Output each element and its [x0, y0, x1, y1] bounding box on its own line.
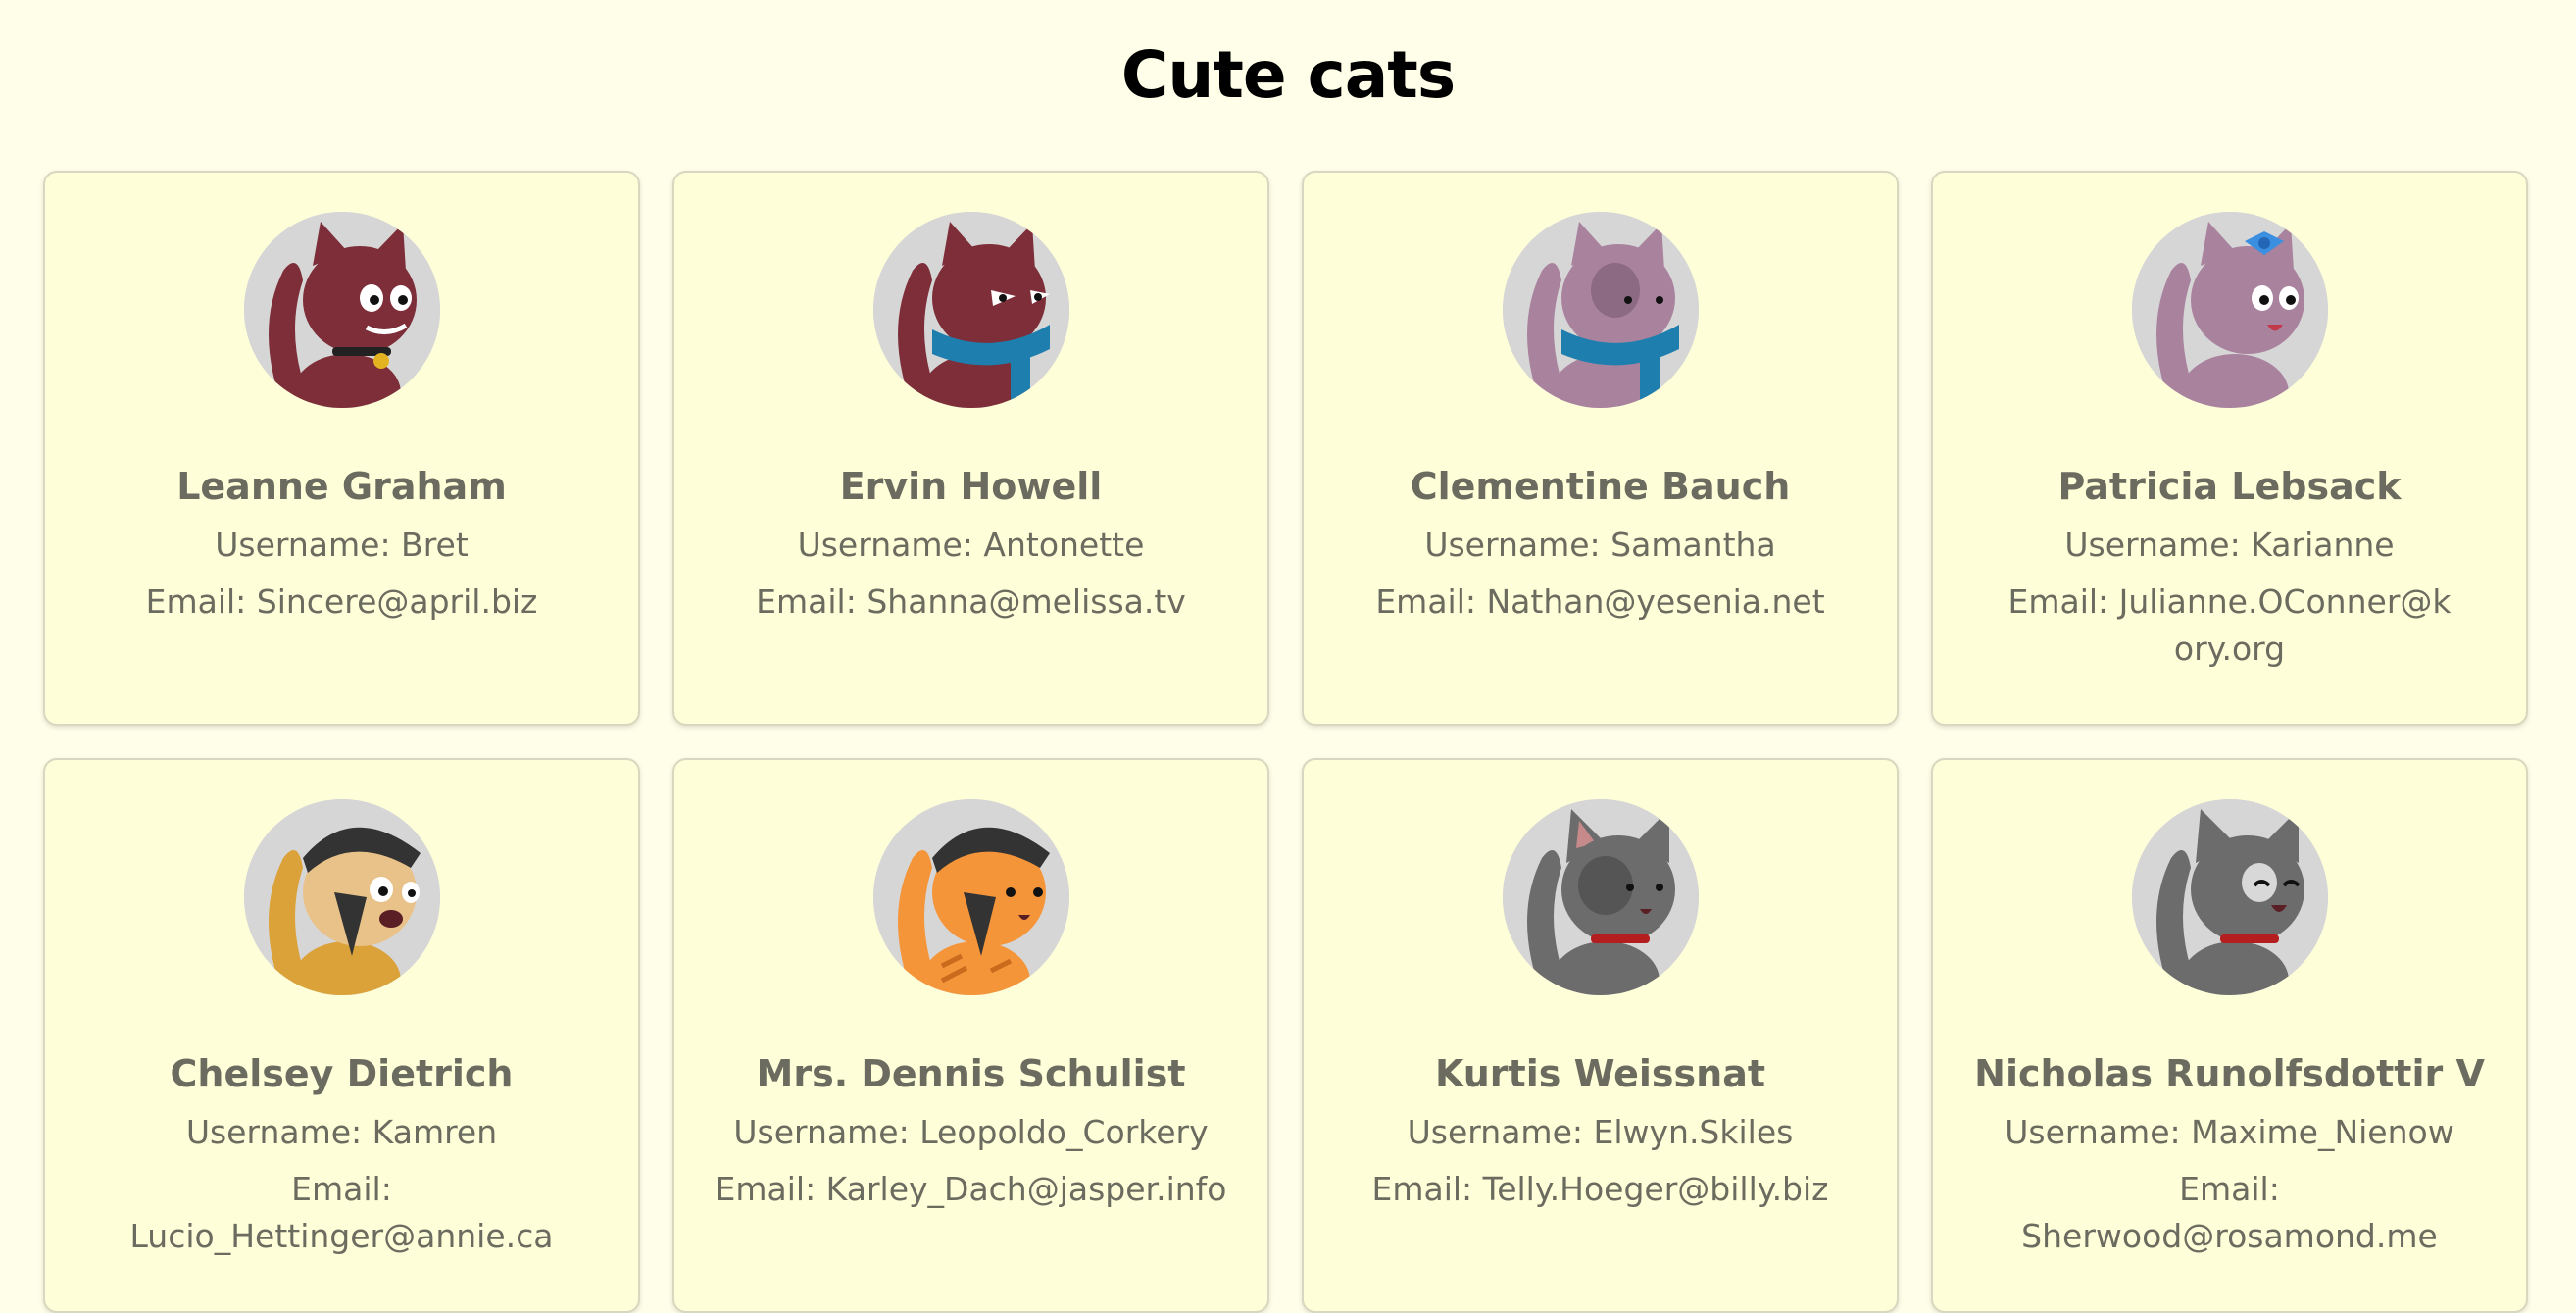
cat-username: Username: Maxime_Nienow — [2005, 1113, 2454, 1151]
cat-card[interactable]: Leanne Graham Username: Bret Email: Sinc… — [43, 171, 640, 726]
pink-cat-blue-scarf-icon — [1502, 212, 1699, 408]
cat-email: Email: Sincere@april.biz — [145, 582, 538, 621]
cat-card-grid: Leanne Graham Username: Bret Email: Sinc… — [43, 171, 2529, 1313]
cat-card[interactable]: Chelsey Dietrich Username: Kamren Email:… — [43, 758, 640, 1313]
cat-avatar — [2131, 212, 2328, 408]
calico-cat-bandana-icon — [243, 799, 440, 995]
gray-cat-red-collar-icon — [1502, 799, 1699, 995]
cat-avatar — [1502, 799, 1699, 995]
cat-avatar — [1502, 212, 1699, 408]
cat-email: Email: Julianne.OConner@kory.org — [2007, 582, 2452, 668]
cat-username: Username: Bret — [215, 526, 469, 564]
cat-email: Email: Telly.Hoeger@billy.biz — [1371, 1170, 1829, 1208]
cat-email: Email: Shanna@melissa.tv — [756, 582, 1186, 621]
cat-name: Ervin Howell — [839, 465, 1103, 508]
cat-name: Clementine Bauch — [1410, 465, 1791, 508]
cat-name: Mrs. Dennis Schulist — [756, 1052, 1186, 1095]
cat-name: Leanne Graham — [176, 465, 507, 508]
gray-cat-happy-red-collar-icon — [2131, 799, 2328, 995]
maroon-cat-bell-collar-icon — [243, 212, 440, 408]
cat-username: Username: Leopoldo_Corkery — [733, 1113, 1209, 1151]
cat-username: Username: Samantha — [1424, 526, 1776, 564]
cat-card[interactable]: Clementine Bauch Username: Samantha Emai… — [1302, 171, 1899, 726]
cat-card[interactable]: Mrs. Dennis Schulist Username: Leopoldo_… — [672, 758, 1269, 1313]
cat-card[interactable]: Patricia Lebsack Username: Karianne Emai… — [1931, 171, 2528, 726]
cat-name: Patricia Lebsack — [2057, 465, 2402, 508]
maroon-cat-blue-scarf-icon — [872, 212, 1069, 408]
cat-name: Nicholas Runolfsdottir V — [1974, 1052, 2485, 1095]
pink-cat-blue-bow-icon — [2131, 212, 2328, 408]
page-title: Cute cats — [1120, 37, 1456, 113]
cat-username: Username: Kamren — [185, 1113, 498, 1151]
cat-avatar — [872, 212, 1069, 408]
cat-username: Username: Antonette — [797, 526, 1145, 564]
cat-username: Username: Elwyn.Skiles — [1407, 1113, 1794, 1151]
cat-email: Email: Karley_Dach@jasper.info — [715, 1170, 1227, 1208]
cat-card[interactable]: Kurtis Weissnat Username: Elwyn.Skiles E… — [1302, 758, 1899, 1313]
cat-avatar — [2131, 799, 2328, 995]
cat-avatar — [243, 799, 440, 995]
cat-email: Email: Sherwood@rosamond.me — [2021, 1170, 2438, 1255]
cat-name: Chelsey Dietrich — [170, 1052, 514, 1095]
cat-avatar — [872, 799, 1069, 995]
cat-username: Username: Karianne — [2064, 526, 2395, 564]
orange-tabby-cat-bandana-icon — [872, 799, 1069, 995]
cat-email: Email: Lucio_Hettinger@annie.ca — [129, 1170, 554, 1255]
cat-avatar — [243, 212, 440, 408]
cat-email: Email: Nathan@yesenia.net — [1375, 582, 1825, 621]
cat-card[interactable]: Nicholas Runolfsdottir V Username: Maxim… — [1931, 758, 2528, 1313]
cat-card[interactable]: Ervin Howell Username: Antonette Email: … — [672, 171, 1269, 726]
cat-name: Kurtis Weissnat — [1434, 1052, 1766, 1095]
